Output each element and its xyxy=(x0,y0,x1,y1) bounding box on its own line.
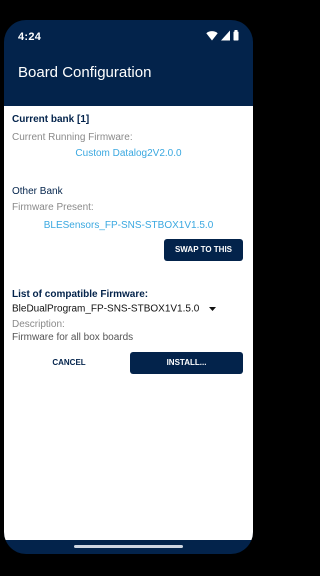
current-bank-title: Current bank [1] xyxy=(12,114,90,125)
cellular-signal-icon xyxy=(221,30,230,41)
compatible-firmware-title: List of compatible Firmware: xyxy=(12,289,149,300)
battery-icon xyxy=(233,30,239,41)
status-icons xyxy=(203,30,239,42)
other-bank-title: Other Bank xyxy=(12,186,63,197)
page-title: Board Configuration xyxy=(18,64,152,81)
firmware-select[interactable]: BleDualProgram_FP-SNS-STBOX1V1.5.0 xyxy=(12,300,216,318)
board-config-content: Current bank [1] Current Running Firmwar… xyxy=(4,106,253,540)
navigation-bar xyxy=(4,540,253,554)
install-button[interactable]: INSTALL... xyxy=(130,352,243,374)
current-firmware-value: Custom Datalog2V2.0.0 xyxy=(75,148,182,159)
description-text: Firmware for all box boards xyxy=(12,332,134,343)
current-firmware-label: Current Running Firmware: xyxy=(12,132,133,143)
firmware-select-value: BleDualProgram_FP-SNS-STBOX1V1.5.0 xyxy=(12,303,200,315)
phone-screen: 4:24 Board Configuration Current bank [1… xyxy=(4,20,253,554)
status-bar: 4:24 xyxy=(4,20,253,52)
status-time: 4:24 xyxy=(18,31,42,43)
swap-bank-button[interactable]: SWAP TO THIS BANK xyxy=(164,239,243,276)
wifi-icon xyxy=(206,31,218,41)
other-firmware-label: Firmware Present: xyxy=(12,202,94,213)
app-bar: Board Configuration xyxy=(4,52,253,106)
cancel-button[interactable]: CANCEL xyxy=(36,352,102,374)
gesture-handle[interactable] xyxy=(74,545,183,548)
dropdown-arrow-icon xyxy=(208,306,216,311)
other-firmware-value: BLESensors_FP-SNS-STBOX1V1.5.0 xyxy=(43,220,214,231)
description-label: Description: xyxy=(12,319,65,330)
